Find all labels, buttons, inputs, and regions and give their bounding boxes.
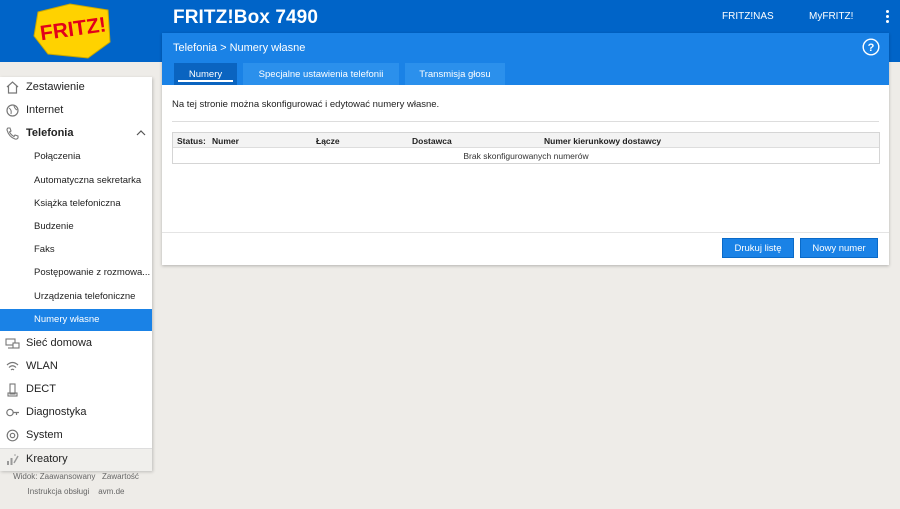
more-menu-icon[interactable]: [883, 10, 891, 26]
sidebar-item-kreatory[interactable]: Kreatory: [0, 448, 152, 471]
col-numer-kierunkowy: Numer kierunkowy dostawcy: [544, 136, 662, 146]
sidebar: Zestawienie Internet Telefonia Połączeni…: [0, 77, 152, 471]
col-lacze: Łącze: [316, 136, 340, 146]
sidebar-item-wlan[interactable]: WLAN: [0, 356, 152, 378]
sidebar-item-ksiazka[interactable]: Książka telefoniczna: [0, 193, 152, 215]
sidebar-item-label: Numery własne: [34, 314, 100, 325]
sidebar-item-siec-domowa[interactable]: Sieć domowa: [0, 333, 152, 355]
view-advanced-link[interactable]: Widok: Zaawansowany: [13, 472, 95, 481]
sidebar-item-label: Diagnostyka: [26, 406, 87, 418]
sidebar-item-postepowanie[interactable]: Postępowanie z rozmowa...: [0, 262, 152, 284]
footer-line-1: Widok: Zaawansowany Zawartość: [0, 472, 152, 481]
footer-line-2: Instrukcja obsługi avm.de: [0, 487, 152, 496]
network-icon: [5, 338, 20, 349]
sidebar-item-label: System: [26, 429, 63, 441]
sidebar-item-label: Budzenie: [34, 221, 74, 232]
help-icon[interactable]: ?: [862, 38, 880, 56]
sidebar-item-label: Postępowanie z rozmowa...: [34, 267, 151, 278]
sidebar-item-label: Sieć domowa: [26, 337, 93, 349]
print-list-button[interactable]: Drukuj listę: [722, 238, 794, 258]
sidebar-item-dect[interactable]: DECT: [0, 379, 152, 401]
breadcrumb[interactable]: Telefonia > Numery własne: [173, 42, 305, 54]
new-number-button[interactable]: Nowy numer: [800, 238, 878, 258]
sidebar-item-label: Książka telefoniczna: [34, 198, 121, 209]
panel-header: Telefonia > Numery własne ? Numery Specj…: [162, 33, 889, 85]
sidebar-item-label: Zestawienie: [26, 81, 85, 93]
divider: [172, 121, 879, 122]
tab-numery[interactable]: Numery: [174, 63, 237, 85]
svg-text:?: ?: [868, 42, 875, 54]
kreatory-row: Kreatory: [0, 449, 152, 471]
col-status: Status:: [177, 136, 206, 146]
sidebar-item-label: Faks: [34, 244, 55, 255]
tab-transmisja-glosu[interactable]: Transmisja głosu: [405, 63, 505, 85]
diagnostics-icon: [6, 408, 19, 417]
product-title: FRITZ!Box 7490: [173, 7, 318, 28]
sidebar-item-faks[interactable]: Faks: [0, 239, 152, 261]
fritz-nas-link[interactable]: FRITZ!NAS: [722, 11, 774, 22]
sidebar-item-label: WLAN: [26, 360, 58, 372]
sidebar-item-label: DECT: [26, 383, 56, 395]
sidebar-item-label: Kreatory: [26, 453, 68, 465]
wifi-icon: [6, 361, 19, 371]
fritz-logo[interactable]: FRITZ!: [30, 2, 114, 60]
sidebar-item-system[interactable]: System: [0, 425, 152, 447]
dect-icon: [7, 383, 18, 397]
content-panel: Telefonia > Numery własne ? Numery Specj…: [162, 33, 889, 265]
tab-specjalne-ustawienia[interactable]: Specjalne ustawienia telefonii: [243, 63, 399, 85]
sidebar-item-label: Telefonia: [26, 127, 74, 139]
phone-icon: [6, 127, 19, 140]
wizard-icon: [7, 454, 19, 465]
table-header: Status: Numer Łącze Dostawca Numer kieru…: [173, 133, 879, 148]
sidebar-item-diagnostyka[interactable]: Diagnostyka: [0, 402, 152, 424]
numbers-table: Status: Numer Łącze Dostawca Numer kieru…: [172, 132, 880, 164]
sidebar-item-telefonia[interactable]: Telefonia: [0, 123, 152, 145]
sidebar-item-zestawienie[interactable]: Zestawienie: [0, 77, 152, 99]
sidebar-item-sekretarka[interactable]: Automatyczna sekretarka: [0, 170, 152, 192]
content-link[interactable]: Zawartość: [102, 472, 139, 481]
col-dostawca: Dostawca: [412, 136, 452, 146]
sidebar-item-label: Urządzenia telefoniczne: [34, 291, 136, 302]
footer-divider: [162, 232, 889, 233]
intro-text: Na tej stronie można skonfigurować i edy…: [172, 99, 440, 110]
sidebar-item-numery-wlasne[interactable]: Numery własne: [0, 309, 152, 331]
sidebar-item-polaczenia[interactable]: Połączenia: [0, 146, 152, 168]
globe-icon: [6, 104, 19, 117]
empty-table-message: Brak skonfigurowanych numerów: [463, 151, 589, 161]
sidebar-item-urzadzenia[interactable]: Urządzenia telefoniczne: [0, 286, 152, 308]
system-icon: [6, 429, 19, 442]
sidebar-item-label: Połączenia: [34, 151, 81, 162]
sidebar-item-label: Internet: [26, 104, 64, 116]
manual-link[interactable]: Instrukcja obsługi: [28, 487, 90, 496]
myfritz-link[interactable]: MyFRITZ!: [809, 11, 853, 22]
sidebar-item-internet[interactable]: Internet: [0, 100, 152, 122]
sidebar-item-label: Automatyczna sekretarka: [34, 175, 142, 186]
home-icon: [6, 81, 19, 94]
sidebar-item-budzenie[interactable]: Budzenie: [0, 216, 152, 238]
chevron-up-icon[interactable]: [136, 129, 146, 137]
col-numer: Numer: [212, 136, 239, 146]
avm-link[interactable]: avm.de: [98, 487, 124, 496]
